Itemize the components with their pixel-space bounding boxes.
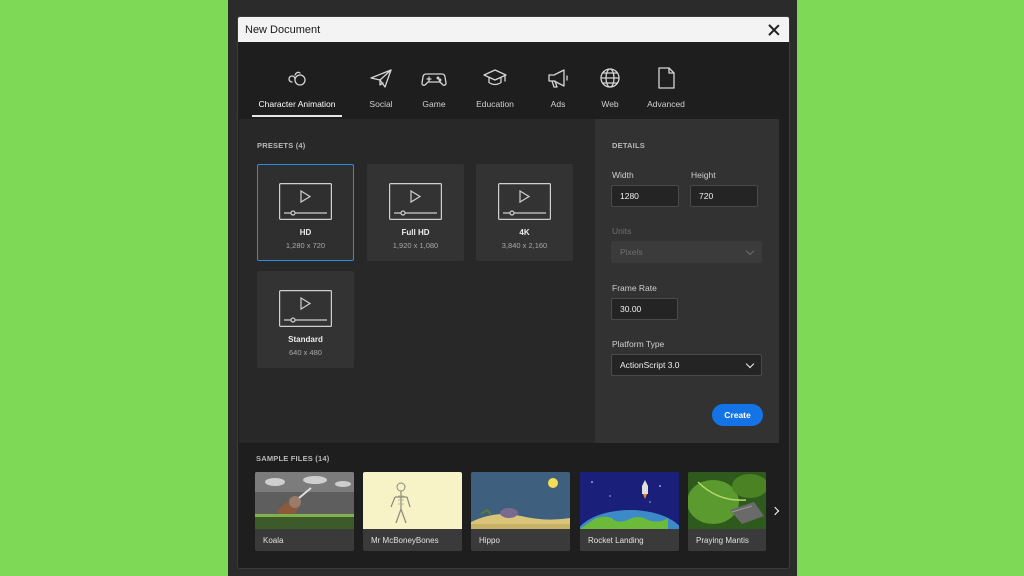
category-tabs: Character Animation Social Game Educatio… bbox=[252, 63, 691, 125]
sample-name: Mr McBoneyBones bbox=[371, 536, 439, 545]
gamepad-icon bbox=[421, 73, 447, 86]
video-preset-icon bbox=[389, 183, 442, 220]
dialog-title: New Document bbox=[245, 23, 321, 36]
tab-web[interactable]: Web bbox=[591, 63, 629, 125]
new-document-dialog: New Document Character Animation Social bbox=[237, 16, 790, 569]
details-heading: DETAILS bbox=[612, 141, 645, 150]
tab-ads[interactable]: Ads bbox=[537, 63, 579, 125]
presets-panel: PRESETS (4) HD 1,280 x 720 Full HD 1,920… bbox=[239, 119, 595, 443]
preset-hd[interactable]: HD 1,280 x 720 bbox=[257, 164, 354, 261]
close-icon[interactable] bbox=[767, 23, 781, 37]
preset-name: Standard bbox=[288, 335, 323, 344]
frame-rate-input[interactable]: 30.00 bbox=[611, 298, 678, 320]
tab-label: Character Animation bbox=[258, 99, 336, 109]
tab-label: Game bbox=[422, 99, 446, 109]
width-label: Width bbox=[612, 170, 634, 180]
platform-type-select[interactable]: ActionScript 3.0 bbox=[611, 354, 762, 376]
megaphone-icon bbox=[548, 69, 568, 88]
sample-koala[interactable]: Koala bbox=[255, 472, 354, 551]
width-input[interactable]: 1280 bbox=[611, 185, 679, 207]
units-label: Units bbox=[612, 226, 632, 236]
create-button[interactable]: Create bbox=[712, 404, 763, 426]
chevron-down-icon bbox=[745, 359, 755, 368]
height-label: Height bbox=[691, 170, 716, 180]
sample-thumbnail bbox=[255, 472, 354, 529]
preset-size: 1,280 x 720 bbox=[285, 241, 326, 250]
sample-thumbnail bbox=[580, 472, 679, 529]
preset-name: Full HD bbox=[401, 228, 430, 237]
presets-heading: PRESETS (4) bbox=[257, 141, 306, 150]
details-panel: DETAILS Width 1280 Height 720 Units Pixe… bbox=[595, 119, 779, 443]
sample-thumbnail bbox=[688, 472, 766, 529]
preset-name: HD bbox=[299, 228, 312, 237]
tab-advanced[interactable]: Advanced bbox=[641, 63, 691, 125]
sample-name: Rocket Landing bbox=[588, 536, 644, 545]
graduation-cap-icon bbox=[483, 69, 507, 86]
tab-education[interactable]: Education bbox=[465, 63, 525, 125]
tab-social[interactable]: Social bbox=[347, 63, 415, 125]
chevron-right-icon[interactable] bbox=[771, 505, 783, 517]
sample-name: Praying Mantis bbox=[696, 536, 749, 545]
character-animation-icon bbox=[288, 71, 306, 86]
sample-files-heading: SAMPLE FILES (14) bbox=[256, 454, 330, 463]
sample-thumbnail bbox=[363, 472, 462, 529]
platform-type-label: Platform Type bbox=[612, 339, 665, 349]
frame-rate-label: Frame Rate bbox=[612, 283, 657, 293]
tab-character-animation[interactable]: Character Animation bbox=[252, 63, 342, 125]
paper-plane-icon bbox=[370, 69, 392, 88]
preset-size: 640 x 480 bbox=[289, 348, 322, 357]
sample-hippo[interactable]: Hippo bbox=[471, 472, 570, 551]
preset-4k[interactable]: 4K 3,840 x 2,160 bbox=[476, 164, 573, 261]
platform-type-value: ActionScript 3.0 bbox=[620, 360, 680, 370]
video-preset-icon bbox=[279, 183, 332, 220]
sample-name: Koala bbox=[263, 536, 284, 545]
tab-game[interactable]: Game bbox=[415, 63, 453, 125]
preset-standard[interactable]: Standard 640 x 480 bbox=[257, 271, 354, 368]
tab-label: Web bbox=[601, 99, 619, 109]
tab-label: Education bbox=[476, 99, 514, 109]
globe-icon bbox=[600, 68, 620, 88]
sample-praying-mantis[interactable]: Praying Mantis bbox=[688, 472, 766, 551]
preset-size: 3,840 x 2,160 bbox=[501, 241, 548, 250]
document-icon bbox=[658, 67, 675, 89]
video-preset-icon bbox=[279, 290, 332, 327]
tab-label: Social bbox=[369, 99, 393, 109]
units-select: Pixels bbox=[611, 241, 762, 263]
video-preset-icon bbox=[498, 183, 551, 220]
preset-full-hd[interactable]: Full HD 1,920 x 1,080 bbox=[367, 164, 464, 261]
tab-label: Advanced bbox=[647, 99, 685, 109]
height-input[interactable]: 720 bbox=[690, 185, 758, 207]
sample-mr-mcboneybones[interactable]: Mr McBoneyBones bbox=[363, 472, 462, 551]
chevron-down-icon bbox=[745, 246, 755, 255]
units-value: Pixels bbox=[620, 247, 643, 257]
tab-label: Ads bbox=[550, 99, 566, 109]
sample-rocket-landing[interactable]: Rocket Landing bbox=[580, 472, 679, 551]
sample-thumbnail bbox=[471, 472, 570, 529]
sample-name: Hippo bbox=[479, 536, 500, 545]
title-bar: New Document bbox=[238, 17, 789, 42]
preset-size: 1,920 x 1,080 bbox=[392, 241, 439, 250]
preset-name: 4K bbox=[519, 228, 530, 237]
